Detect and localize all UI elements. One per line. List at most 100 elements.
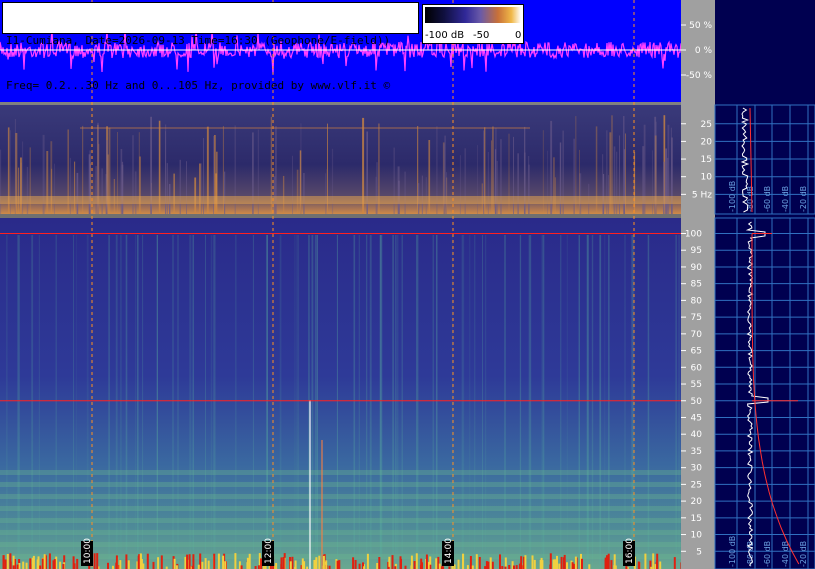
lf-streak	[200, 163, 202, 214]
noise-burst	[62, 563, 65, 569]
noise-burst	[240, 565, 243, 569]
noise-burst	[9, 553, 12, 569]
noise-burst	[157, 557, 160, 569]
noise-burst	[234, 553, 237, 569]
noise-burst	[574, 556, 577, 569]
lf-streak	[425, 177, 427, 214]
lf-streak	[603, 174, 605, 214]
lf-streak	[554, 177, 556, 214]
hf-band	[0, 482, 681, 487]
noise-burst	[606, 555, 608, 569]
lf-streak	[375, 176, 377, 214]
lf-streak	[54, 163, 55, 214]
noise-burst	[656, 560, 659, 569]
full-tick-label: 75	[691, 313, 702, 323]
noise-burst	[425, 554, 428, 569]
lf-streak	[46, 151, 49, 214]
noise-burst	[613, 554, 616, 569]
noise-burst	[48, 553, 51, 569]
hf-band	[0, 518, 681, 523]
lf-streak	[517, 153, 519, 214]
lf-streak	[292, 155, 293, 214]
noise-burst	[325, 560, 328, 569]
noise-burst	[142, 563, 145, 569]
header-title: I1-Cumiana, Date=2026-09-13 Time=16:30 (…	[6, 34, 391, 47]
noise-burst	[188, 554, 191, 569]
noise-burst	[581, 558, 583, 569]
lf-streak	[487, 152, 489, 214]
noise-burst	[322, 555, 325, 569]
lf-streak	[663, 161, 665, 214]
noise-burst	[352, 557, 355, 569]
noise-burst	[217, 553, 220, 569]
lf-streak	[616, 151, 618, 214]
hf-band	[0, 530, 681, 535]
full-tick-label: 80	[691, 296, 703, 306]
noise-burst	[560, 556, 563, 569]
lf-streak	[120, 149, 123, 214]
time-marker-label: 14:00	[444, 538, 454, 564]
noise-burst	[515, 565, 518, 569]
lf-streak	[273, 176, 276, 214]
noise-burst	[524, 555, 527, 569]
noise-burst	[491, 561, 494, 569]
hf-band	[0, 554, 681, 559]
noise-burst	[139, 553, 142, 569]
noise-burst	[489, 557, 492, 569]
noise-burst	[469, 556, 472, 569]
lf-streak	[553, 157, 555, 214]
noise-burst	[12, 565, 15, 569]
average-spectrum-panel	[715, 0, 815, 569]
noise-burst	[499, 554, 501, 569]
lf-streak	[0, 149, 2, 214]
noise-burst	[625, 565, 628, 569]
noise-burst	[260, 558, 263, 569]
lf-streak	[179, 159, 181, 214]
lf-streak	[101, 168, 103, 214]
lf-streak	[446, 172, 447, 214]
noise-burst	[41, 558, 44, 569]
noise-burst	[36, 559, 39, 569]
noise-burst	[435, 558, 438, 569]
lf-streak	[74, 161, 76, 214]
noise-burst	[16, 564, 19, 569]
waveform-tick-label: -50 %	[686, 71, 713, 81]
noise-burst	[18, 563, 21, 569]
time-marker-label: 12:00	[264, 538, 274, 564]
lf-spectrum-tick-label: -60 dB	[763, 186, 772, 212]
hf-band	[0, 494, 681, 499]
lf-streak	[224, 171, 226, 214]
noise-burst	[280, 557, 283, 569]
noise-burst	[4, 559, 7, 569]
time-marker: 16:00	[623, 538, 635, 566]
noise-burst	[257, 565, 260, 569]
full-tick-label: 40	[691, 430, 703, 440]
noise-burst	[508, 565, 511, 569]
noise-burst	[610, 560, 613, 569]
lf-streak	[393, 147, 395, 214]
lf-streak	[69, 157, 71, 214]
noise-burst	[659, 561, 662, 569]
noise-burst	[354, 560, 357, 569]
lf-streak	[88, 154, 91, 214]
noise-burst	[358, 563, 361, 569]
lf-streak	[194, 177, 197, 214]
noise-burst	[184, 556, 187, 569]
noise-burst	[471, 565, 474, 569]
lf-streak	[20, 157, 22, 214]
noise-burst	[644, 553, 647, 569]
noise-burst	[119, 560, 122, 569]
colorbar: -100 dB -50 0	[422, 4, 524, 44]
lf-streak	[421, 175, 423, 214]
noise-burst	[410, 565, 413, 569]
header-subtitle: Freq= 0.2...30 Hz and 0...105 Hz, provid…	[6, 79, 391, 92]
noise-burst	[246, 557, 249, 569]
lf-tick-label: 10	[701, 173, 713, 183]
lf-streak	[665, 148, 667, 214]
noise-burst	[197, 564, 200, 569]
noise-burst	[186, 554, 189, 569]
noise-burst	[539, 559, 542, 569]
full-tick-label: 25	[691, 480, 702, 490]
lf-streak	[579, 149, 580, 214]
full-tick-label: 60	[691, 363, 703, 373]
